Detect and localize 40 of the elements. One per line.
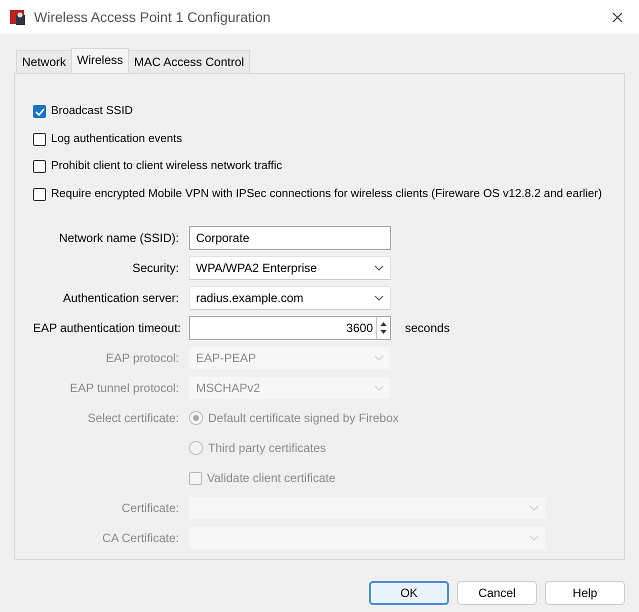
radio-label: Default certificate signed by Firebox — [208, 410, 399, 427]
tab[interactable]: Network — [16, 50, 72, 73]
unit-label: seconds — [405, 320, 450, 337]
checkbox[interactable] — [33, 132, 46, 146]
radio-label: Third party certificates — [208, 440, 326, 457]
checkbox-label: Prohibit client to client wireless network traffic — [51, 159, 282, 174]
checkbox[interactable] — [33, 105, 46, 118]
checkbox[interactable] — [33, 160, 46, 174]
field-label: Network name (SSID): — [58, 230, 179, 247]
field-label: Security: — [131, 260, 179, 277]
chevron-icon — [529, 535, 539, 541]
chevron-icon — [374, 295, 384, 301]
window-title: Wireless Access Point 1 Configuration — [34, 8, 271, 27]
text-field[interactable]: Corporate — [189, 226, 391, 250]
close-icon — [612, 12, 623, 22]
tab[interactable]: Wireless — [71, 48, 130, 73]
field-label: EAP protocol: — [104, 350, 179, 367]
field-label: Authentication server: — [62, 290, 179, 307]
field-label: CA Certificate: — [101, 530, 179, 547]
dialog-button[interactable]: OK — [369, 581, 449, 605]
chevron-icon — [374, 355, 384, 361]
dropdown[interactable]: WPA/WPA2 Enterprise — [189, 256, 391, 280]
field-label: Certificate: — [120, 500, 179, 517]
field-label: Select certificate: — [86, 410, 179, 427]
app-icon — [10, 9, 26, 25]
tab[interactable]: MAC Access Control — [128, 50, 250, 73]
checkbox-label: Broadcast SSID — [51, 104, 133, 120]
number-field[interactable]: 3600 — [189, 316, 391, 340]
dialog-button[interactable]: Cancel — [457, 581, 537, 605]
field-label: EAP authentication timeout: — [33, 320, 179, 337]
chevron-icon — [374, 265, 384, 271]
checkbox-label: Log authentication events — [51, 132, 182, 147]
chevron-icon — [374, 385, 384, 391]
checkbox-label: Require encrypted Mobile VPN with IPSec connections for wireless clients (Fireware OS v12.8.2 and earlier) — [51, 186, 602, 202]
chevron-icon — [529, 505, 539, 511]
checkbox-label: Validate client certificate — [207, 470, 336, 487]
dialog-button[interactable]: Help — [545, 581, 625, 605]
field-label: EAP tunnel protocol: — [68, 380, 179, 397]
dropdown[interactable]: radius.example.com — [189, 286, 391, 310]
checkbox[interactable] — [33, 188, 46, 201]
